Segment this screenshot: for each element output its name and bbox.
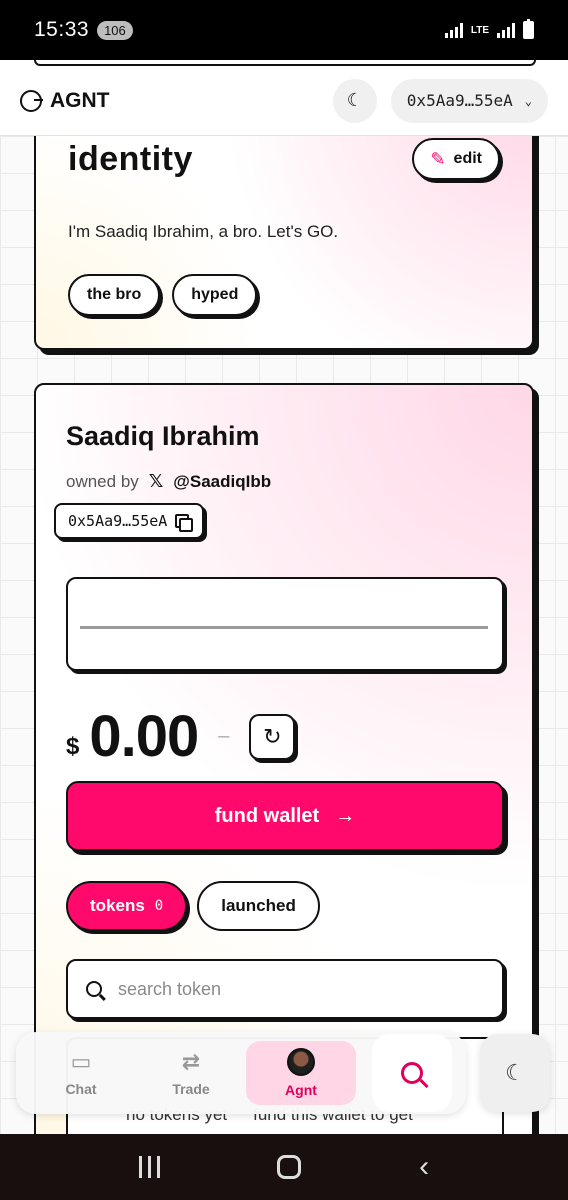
edit-identity-button[interactable]: ✎ edit	[412, 138, 500, 180]
app-logo[interactable]: AGNT	[20, 89, 110, 113]
fund-wallet-button[interactable]: fund wallet →	[66, 781, 504, 851]
pencil-icon: ✎	[430, 148, 446, 169]
asset-tabs: tokens 0 launched	[66, 881, 320, 931]
moon-icon: ☾	[346, 90, 363, 110]
agent-address: 0x5Aa9…55eA	[68, 512, 168, 530]
nav-theme-toggle-button[interactable]: ☾	[480, 1034, 550, 1112]
token-search	[66, 959, 504, 1019]
search-icon	[86, 981, 102, 997]
refresh-icon: ↻	[263, 723, 282, 749]
tab-tokens-label: tokens	[90, 896, 145, 915]
owned-by-row: owned by 𝕏 @SaadiqIbb	[66, 471, 271, 492]
fund-wallet-label: fund wallet	[214, 804, 320, 827]
balance-change: –	[218, 725, 230, 747]
nav-chat[interactable]: ▭ Chat	[26, 1041, 136, 1105]
copy-icon	[175, 513, 194, 532]
price-chart	[66, 577, 504, 671]
wallet-address: 0x5Aa9…55eA	[406, 91, 513, 110]
tab-tokens-count: 0	[154, 898, 164, 914]
currency-symbol: $	[66, 732, 80, 760]
signal-icon-2	[497, 22, 515, 38]
tab-tokens[interactable]: tokens 0	[66, 881, 188, 931]
token-search-input[interactable]	[118, 978, 458, 1000]
address-copy-chip[interactable]: 0x5Aa9…55eA	[54, 503, 205, 539]
arrow-right-icon: →	[335, 804, 356, 827]
balance-amount: 0.00	[89, 704, 199, 769]
notification-count-badge: 106	[97, 20, 133, 40]
tab-launched[interactable]: launched	[197, 881, 320, 931]
chevron-down-icon: ⌄	[524, 93, 532, 108]
theme-toggle-button[interactable]: ☾	[332, 78, 377, 123]
identity-card: identity ✎ edit I'm Saadiq Ibrahim, a br…	[34, 136, 534, 350]
nav-agnt-label: Agnt	[285, 1082, 317, 1098]
chart-line	[80, 626, 488, 629]
signal-icon	[444, 22, 463, 38]
battery-icon	[523, 19, 534, 39]
tab-launched-label: launched	[221, 896, 296, 915]
trade-arrows-icon: ⇄	[181, 1049, 201, 1074]
moon-icon: ☾	[505, 1060, 525, 1085]
nav-chat-label: Chat	[65, 1081, 97, 1097]
nav-agnt[interactable]: Agnt	[246, 1041, 356, 1105]
app-name: AGNT	[50, 88, 110, 112]
status-bar: 15:33 106 LTE	[0, 0, 568, 60]
status-icons: LTE	[444, 19, 534, 39]
system-navigation-bar: ‹	[0, 1134, 568, 1200]
x-handle-link[interactable]: @SaadiqIbb	[173, 472, 271, 492]
search-icon	[401, 1062, 423, 1084]
avatar	[287, 1048, 315, 1076]
chat-icon: ▭	[70, 1049, 92, 1074]
recent-apps-button[interactable]	[138, 1156, 160, 1178]
edit-label: edit	[453, 150, 482, 167]
x-logo-icon: 𝕏	[148, 471, 164, 491]
nav-trade-label: Trade	[172, 1081, 210, 1097]
identity-tag[interactable]: the bro	[68, 274, 161, 316]
wallet-selector-button[interactable]: 0x5Aa9…55eA ⌄	[390, 78, 548, 123]
app-header: AGNT ☾ 0x5Aa9…55eA ⌄	[0, 66, 568, 136]
lte-indicator: LTE	[470, 24, 489, 36]
balance-row: $ 0.00 – ↻	[66, 703, 296, 770]
home-button[interactable]	[277, 1155, 302, 1179]
refresh-balance-button[interactable]: ↻	[249, 713, 296, 760]
bottom-nav: ▭ Chat ⇄ Trade Agnt	[16, 1032, 466, 1114]
owned-by-label: owned by	[66, 471, 139, 491]
identity-tags: the bro hyped	[68, 274, 258, 316]
identity-tag[interactable]: hyped	[172, 274, 258, 316]
nav-trade[interactable]: ⇄ Trade	[136, 1041, 246, 1105]
back-button[interactable]: ‹	[419, 1152, 429, 1182]
main-content[interactable]: identity ✎ edit I'm Saadiq Ibrahim, a br…	[0, 136, 568, 1134]
identity-bio: I'm Saadiq Ibrahim, a bro. Let's GO.	[68, 222, 339, 241]
nav-search-button[interactable]	[372, 1034, 452, 1112]
status-time: 15:33	[34, 18, 90, 41]
identity-title: identity	[68, 140, 193, 178]
agent-name: Saadiq Ibrahim	[66, 421, 260, 451]
logo-icon	[20, 89, 43, 112]
profile-card: Saadiq Ibrahim owned by 𝕏 @SaadiqIbb 0x5…	[34, 383, 534, 1134]
